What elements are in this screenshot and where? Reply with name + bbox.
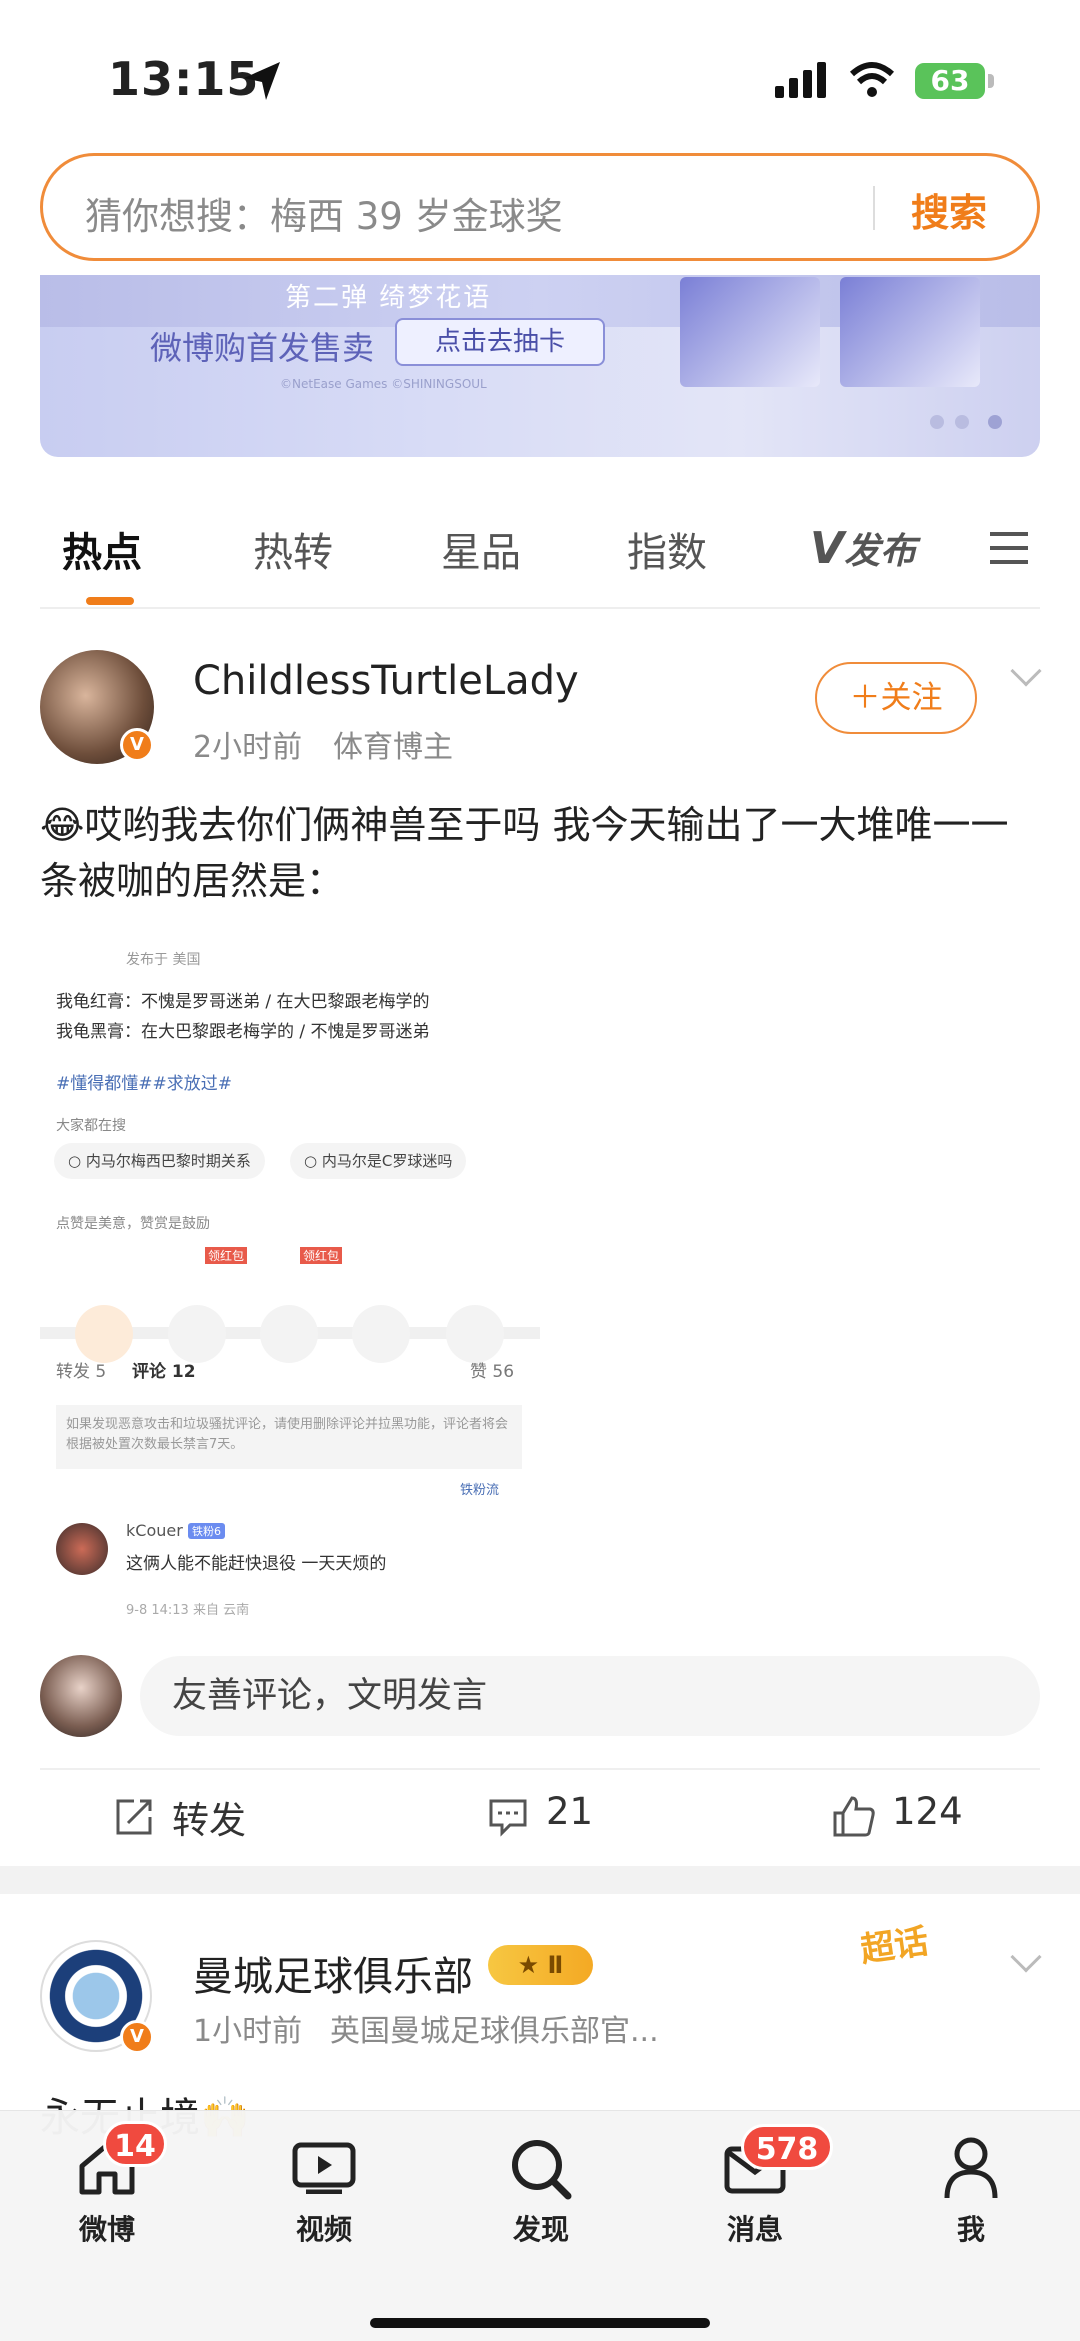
tab-hot[interactable]: 热点 (62, 520, 142, 578)
shot-search1: 内马尔梅西巴黎时期关系 (85, 1152, 251, 1170)
battery-indicator: 63 (915, 63, 985, 99)
comment-input[interactable]: 友善评论，文明发言 (140, 1656, 1040, 1736)
post-body: 哎哟我去你们俩神兽至于吗 我今天输出了一大堆唯一一条被咖的居然是： (40, 803, 1009, 903)
banner-cta-button[interactable]: 点击去抽卡 (395, 318, 605, 366)
actions-divider (40, 1768, 1040, 1770)
tab-index[interactable]: 指数 (627, 520, 707, 578)
status-bar: 13:15 63 (0, 0, 1080, 150)
shot-comment-meta: 9-8 14:13 来自 云南 (126, 1603, 250, 1615)
tab-v-publish-label: 发布 (844, 531, 917, 572)
shot-search-pill: ○ 内马尔是C罗球迷吗 (290, 1143, 467, 1179)
battery-tip (988, 74, 994, 88)
product-box-image (680, 277, 820, 387)
search-input[interactable]: 猜你想搜：梅西 39 岁金球奖 (85, 186, 563, 240)
banner-subtitle: 第二弹 绮梦花语 (285, 283, 492, 313)
messages-badge: 578 (741, 2124, 833, 2170)
discover-search-icon[interactable] (510, 2138, 572, 2200)
banner-title: 微博购首发售卖 (150, 329, 375, 367)
rank-badge: ★ Ⅱ (488, 1945, 593, 1985)
search-bar[interactable]: 猜你想搜：梅西 39 岁金球奖 搜索 (40, 153, 1040, 261)
laughing-emoji-icon: 😂 (40, 803, 85, 847)
carousel-dot (930, 415, 944, 429)
shot-posted-from: 发布于 美国 (126, 952, 201, 968)
comment-icon[interactable] (488, 1797, 528, 1837)
tab-hot-repost[interactable]: 热转 (253, 520, 333, 578)
repost-icon[interactable] (114, 1797, 154, 1837)
rank-badge-level: Ⅱ (547, 1951, 564, 1979)
carousel-dot (988, 415, 1002, 429)
shot-qq-icon (352, 1305, 410, 1363)
home-indicator (370, 2318, 710, 2328)
author-category: 英国曼城足球俱乐部官... (330, 2014, 659, 2049)
shot-searching-label: 大家都在搜 (56, 1118, 126, 1134)
shot-save-icon (446, 1305, 504, 1363)
shot-v-icon (75, 1305, 133, 1363)
post-image[interactable]: 发布于 美国 我龟红膏：不愧是罗哥迷弟 / 在大巴黎跟老梅学的 我龟黑膏：在大巴… (40, 945, 540, 1615)
location-arrow-icon (244, 62, 280, 100)
repost-button[interactable]: 转发 (172, 1790, 246, 1844)
like-icon[interactable] (832, 1795, 876, 1837)
tab-v-publish[interactable]: V发布 (810, 522, 916, 574)
shot-moments-icon (260, 1305, 318, 1363)
shot-line1: 我龟红膏：不愧是罗哥迷弟 / 在大巴黎跟老梅学的 (56, 992, 430, 1012)
profile-icon[interactable] (943, 2136, 999, 2200)
shot-redpack-tag: 领红包 (300, 1247, 343, 1264)
verified-badge-icon: V (120, 728, 154, 762)
shot-line2: 我龟黑膏：在大巴黎跟老梅学的 / 不愧是罗哥迷弟 (56, 1022, 430, 1042)
comment-count[interactable]: 21 (546, 1790, 593, 1833)
shot-praise: 点赞是美意，赞赏是鼓励 (56, 1216, 210, 1232)
shot-wechat-icon (168, 1305, 226, 1363)
post-separator (0, 1866, 1080, 1894)
nav-me[interactable]: 我 (921, 2208, 1021, 2248)
author-name[interactable]: 曼城足球俱乐部 (193, 1944, 473, 2002)
carousel-dot (955, 415, 969, 429)
tabs-divider (40, 607, 1040, 609)
nav-home[interactable]: 微博 (57, 2208, 157, 2248)
home-badge: 14 (103, 2121, 167, 2167)
menu-icon[interactable] (990, 530, 1030, 566)
nav-messages[interactable]: 消息 (705, 2208, 805, 2248)
shot-search2: 内马尔是C罗球迷吗 (321, 1152, 453, 1170)
shot-redpack-tag: 领红包 (205, 1247, 248, 1264)
post-time: 2小时前 (193, 730, 303, 765)
shot-hashtags: #懂得都懂##求放过# (56, 1074, 232, 1094)
follow-button[interactable]: ＋关注 (815, 662, 977, 734)
shot-iron-fans: 铁粉流 (460, 1483, 500, 1498)
nav-video[interactable]: 视频 (274, 2208, 374, 2248)
post-text: 😂哎哟我去你们俩神兽至于吗 我今天输出了一大堆唯一一条被咖的居然是： (40, 797, 1040, 909)
shot-notice: 如果发现恶意攻击和垃圾骚扰评论，请使用删除评论并拉黑功能，评论者将会根据被处置次… (56, 1405, 522, 1469)
wifi-icon (849, 62, 895, 97)
video-icon[interactable] (292, 2142, 356, 2194)
search-button[interactable]: 搜索 (911, 182, 987, 237)
tab-star-products[interactable]: 星品 (441, 520, 521, 578)
super-topic-tag[interactable]: 超话 (857, 1914, 931, 1972)
shot-search-pill: ○ 内马尔梅西巴黎时期关系 (54, 1143, 265, 1179)
author-category: 体育博主 (333, 730, 453, 765)
chevron-down-icon[interactable] (1010, 1941, 1042, 1973)
v-logo-icon: V (810, 523, 845, 574)
promo-banner[interactable]: 第二弹 绮梦花语 微博购首发售卖 点击去抽卡 ©NetEase Games ©S… (40, 275, 1040, 457)
tab-indicator (86, 597, 134, 605)
author-name[interactable]: ChildlessTurtleLady (193, 658, 579, 704)
like-count[interactable]: 124 (892, 1790, 963, 1833)
cellular-signal-icon (775, 62, 826, 98)
product-box-image (840, 277, 980, 387)
shot-commenter-avatar (56, 1523, 108, 1575)
shot-comment: 这俩人能不能赶快退役 一天天烦的 (126, 1554, 387, 1574)
nav-discover[interactable]: 发现 (491, 2208, 591, 2248)
banner-credit: ©NetEase Games ©SHININGSOUL (280, 377, 487, 391)
verified-badge-icon: V (120, 2020, 154, 2054)
my-avatar[interactable] (40, 1655, 122, 1737)
search-divider (873, 186, 875, 230)
clock: 13:15 (108, 52, 260, 106)
post-time: 1小时前 (193, 2014, 303, 2049)
shot-commenter-badge: 铁粉6 (188, 1523, 225, 1539)
shot-commenter-name: kCouer (126, 1521, 183, 1540)
